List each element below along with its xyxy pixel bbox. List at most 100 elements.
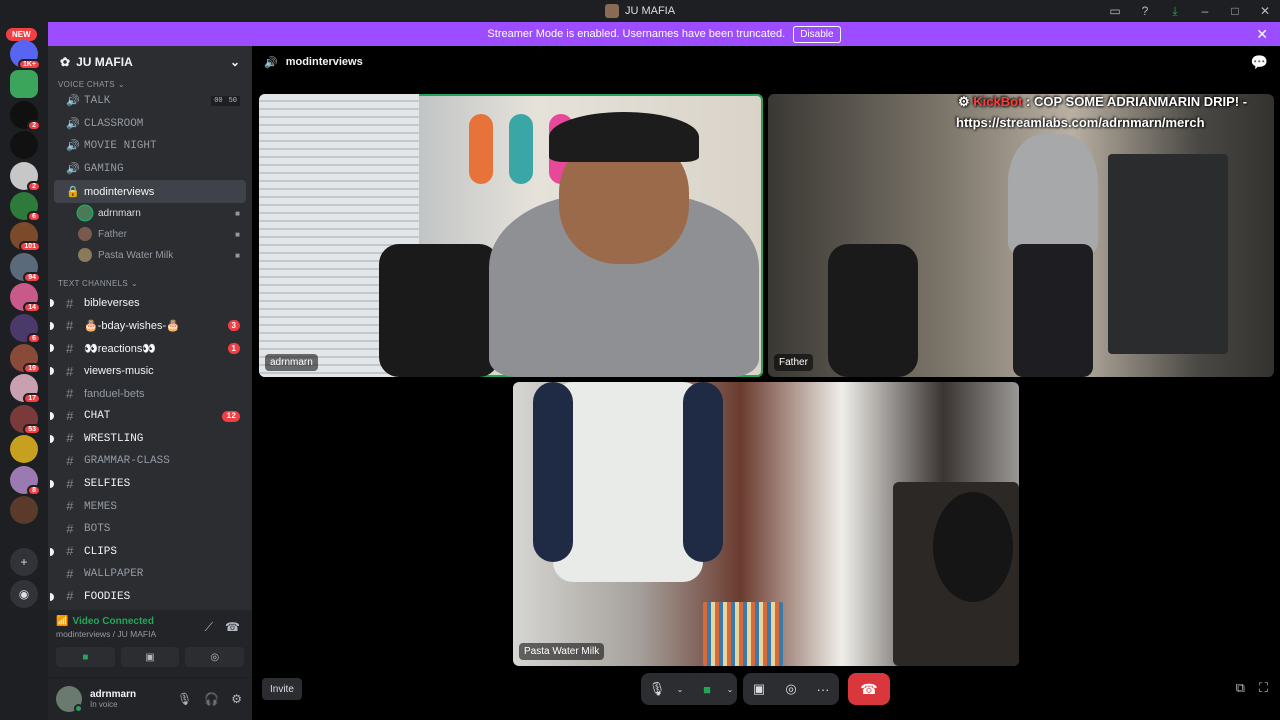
text-channel-item[interactable]: # FOODIES [50, 586, 246, 609]
chevron-down-icon[interactable]: ⌄ [723, 673, 737, 705]
voice-channel-item[interactable]: 🔊 MOVIE NIGHT [54, 135, 246, 158]
text-channel-item[interactable]: # BOTS [54, 518, 246, 541]
text-channel-item[interactable]: # CLIPS [50, 541, 246, 564]
voice-channel-item[interactable]: 🔒 modinterviews [54, 180, 246, 203]
server-icon[interactable]: 14 [10, 283, 41, 314]
voice-user-name: adrnmarn [98, 207, 141, 219]
chat-bubble-icon[interactable]: 💬 [1251, 54, 1268, 71]
server-icon[interactable] [10, 70, 38, 99]
server-icon[interactable] [10, 496, 38, 524]
banner-text: Streamer Mode is enabled. Usernames have… [487, 28, 786, 40]
inbox-icon[interactable]: ▭ [1100, 4, 1130, 18]
bot-icon: ⚙ [958, 94, 970, 109]
server-icon[interactable]: 19 [10, 344, 41, 374]
avatar [78, 227, 92, 242]
microphone-icon[interactable]: 🎙 [641, 673, 673, 705]
screen-share-icon[interactable]: ▣ [743, 673, 775, 705]
add-server-icon[interactable]: + [10, 548, 38, 576]
server-icon[interactable]: 8 [10, 465, 41, 496]
server-icon[interactable]: 53 [10, 404, 41, 435]
voice-channel-item[interactable]: 🔊 GAMING [54, 158, 246, 181]
invite-button[interactable]: Invite [262, 678, 302, 700]
text-channel-item[interactable]: # GRAMMAR-CLASS [54, 450, 246, 473]
voice-channel-item[interactable]: 🔊 CLASSROOM [54, 113, 246, 136]
server-icon[interactable]: 101 [10, 222, 41, 253]
text-channel-item[interactable]: # WRESTLING [50, 428, 246, 451]
hashtag-icon: # [66, 544, 74, 560]
text-channel-item[interactable]: # 👀reactions👀 1 [50, 337, 246, 360]
mention-badge: 2 [27, 180, 41, 192]
fullscreen-icon[interactable]: ⛶ [1259, 680, 1268, 696]
disconnect-icon[interactable]: ☎ [225, 620, 240, 635]
server-icon[interactable]: 6 [10, 313, 41, 344]
pop-out-icon[interactable]: ⧉ [1236, 680, 1245, 696]
server-icon[interactable]: 6 [10, 192, 41, 222]
server-icon[interactable]: 94 [10, 252, 41, 283]
text-channel-item[interactable]: # MEMES [54, 495, 246, 518]
mention-badge: 12 [222, 410, 240, 422]
text-channel-item[interactable]: # bibleverses [50, 292, 246, 315]
server-icon[interactable]: 2 [10, 100, 41, 131]
video-camera-icon: ■ [235, 250, 240, 260]
text-channel-item[interactable]: # SELFIES [50, 473, 246, 496]
voice-channel-item[interactable]: 🔊 TALK 00 50 [54, 90, 246, 113]
chevron-down-icon: ⌄ [117, 79, 125, 89]
avatar[interactable] [56, 686, 83, 713]
user-count: 00 [211, 96, 226, 107]
category-label: TEXT CHANNELS [58, 279, 128, 289]
close-window-button[interactable]: ✕ [1250, 4, 1280, 18]
activity-button[interactable]: ◎ [185, 647, 245, 667]
category-voice-chats[interactable]: VOICE CHATS ⌄ [48, 78, 252, 90]
chevron-down-icon[interactable]: ⌄ [673, 673, 687, 705]
headphones-icon[interactable]: 🎧 [204, 692, 219, 706]
hashtag-icon: # [66, 431, 74, 447]
avatar [78, 248, 92, 263]
camera-toggle-button[interactable]: ■ [56, 647, 115, 667]
text-channel-item[interactable]: # WALLPAPER [54, 563, 246, 586]
text-channel-item[interactable]: # fanduel-bets [54, 382, 246, 405]
mention-badge: 94 [23, 271, 41, 283]
disconnect-button[interactable]: ☎ [848, 673, 890, 705]
maximize-button[interactable]: □ [1220, 4, 1250, 18]
voice-user[interactable]: adrnmarn ■ [48, 203, 252, 224]
server-icon[interactable]: 1K+ [10, 40, 41, 70]
video-tile-adrnmarn[interactable]: adrnmarn [259, 94, 763, 377]
unread-indicator [50, 434, 54, 443]
camera-icon[interactable]: ■ [691, 673, 723, 705]
gamepad-icon[interactable]: ◎ [775, 673, 807, 705]
text-channel-item[interactable]: # viewers-music [50, 360, 246, 383]
chevron-down-icon[interactable]: ⌄ [230, 55, 240, 69]
hashtag-icon: # [66, 589, 74, 605]
help-icon[interactable]: ? [1130, 4, 1160, 18]
server-header[interactable]: ✿ JU MAFIA ⌄ [48, 46, 252, 78]
server-icon[interactable] [10, 435, 38, 464]
disable-streamer-mode-button[interactable]: Disable [793, 25, 841, 43]
more-options-icon[interactable]: ··· [807, 673, 839, 705]
download-icon[interactable]: ⤓ [1160, 4, 1190, 19]
category-text-channels[interactable]: TEXT CHANNELS ⌄ [48, 278, 252, 290]
screen-share-button[interactable]: ▣ [120, 647, 180, 667]
username[interactable]: adrnmarn [90, 689, 136, 700]
minimize-button[interactable]: – [1190, 4, 1220, 18]
close-banner-icon[interactable]: ✕ [1256, 26, 1268, 43]
server-icon[interactable] [10, 131, 38, 160]
channel-name: MEMES [84, 500, 118, 513]
video-tile-pasta-water-milk[interactable]: Pasta Water Milk [513, 382, 1019, 666]
microphone-icon[interactable]: 🎙 [177, 692, 192, 706]
video-tile-father[interactable]: ⚙ KickBot : COP SOME ADRIANMARIN DRIP! -… [768, 94, 1274, 377]
audio-video-group: 🎙 ⌄ ■ ⌄ [641, 673, 737, 705]
mention-badge: 1 [227, 342, 240, 354]
voice-status-text[interactable]: Video Connected [72, 616, 154, 627]
gear-icon[interactable]: ⚙ [231, 692, 242, 706]
user-panel: adrnmarn In voice 🎙 🎧 ⚙ [48, 678, 252, 720]
server-icon[interactable]: 2 [10, 161, 41, 192]
voice-user[interactable]: Pasta Water Milk ■ [48, 245, 252, 266]
server-icon[interactable]: 17 [10, 374, 41, 405]
discover-icon[interactable]: ◉ [10, 580, 38, 608]
text-channel-item[interactable]: # CHAT 12 [50, 405, 246, 428]
voice-user[interactable]: Father ■ [48, 224, 252, 245]
text-channel-item[interactable]: # 🎂-bday-wishes-🎂 3 [50, 315, 246, 338]
unread-indicator [50, 367, 54, 376]
hashtag-icon: # [66, 566, 74, 582]
noise-suppression-icon[interactable]: ⟋ [205, 620, 213, 635]
